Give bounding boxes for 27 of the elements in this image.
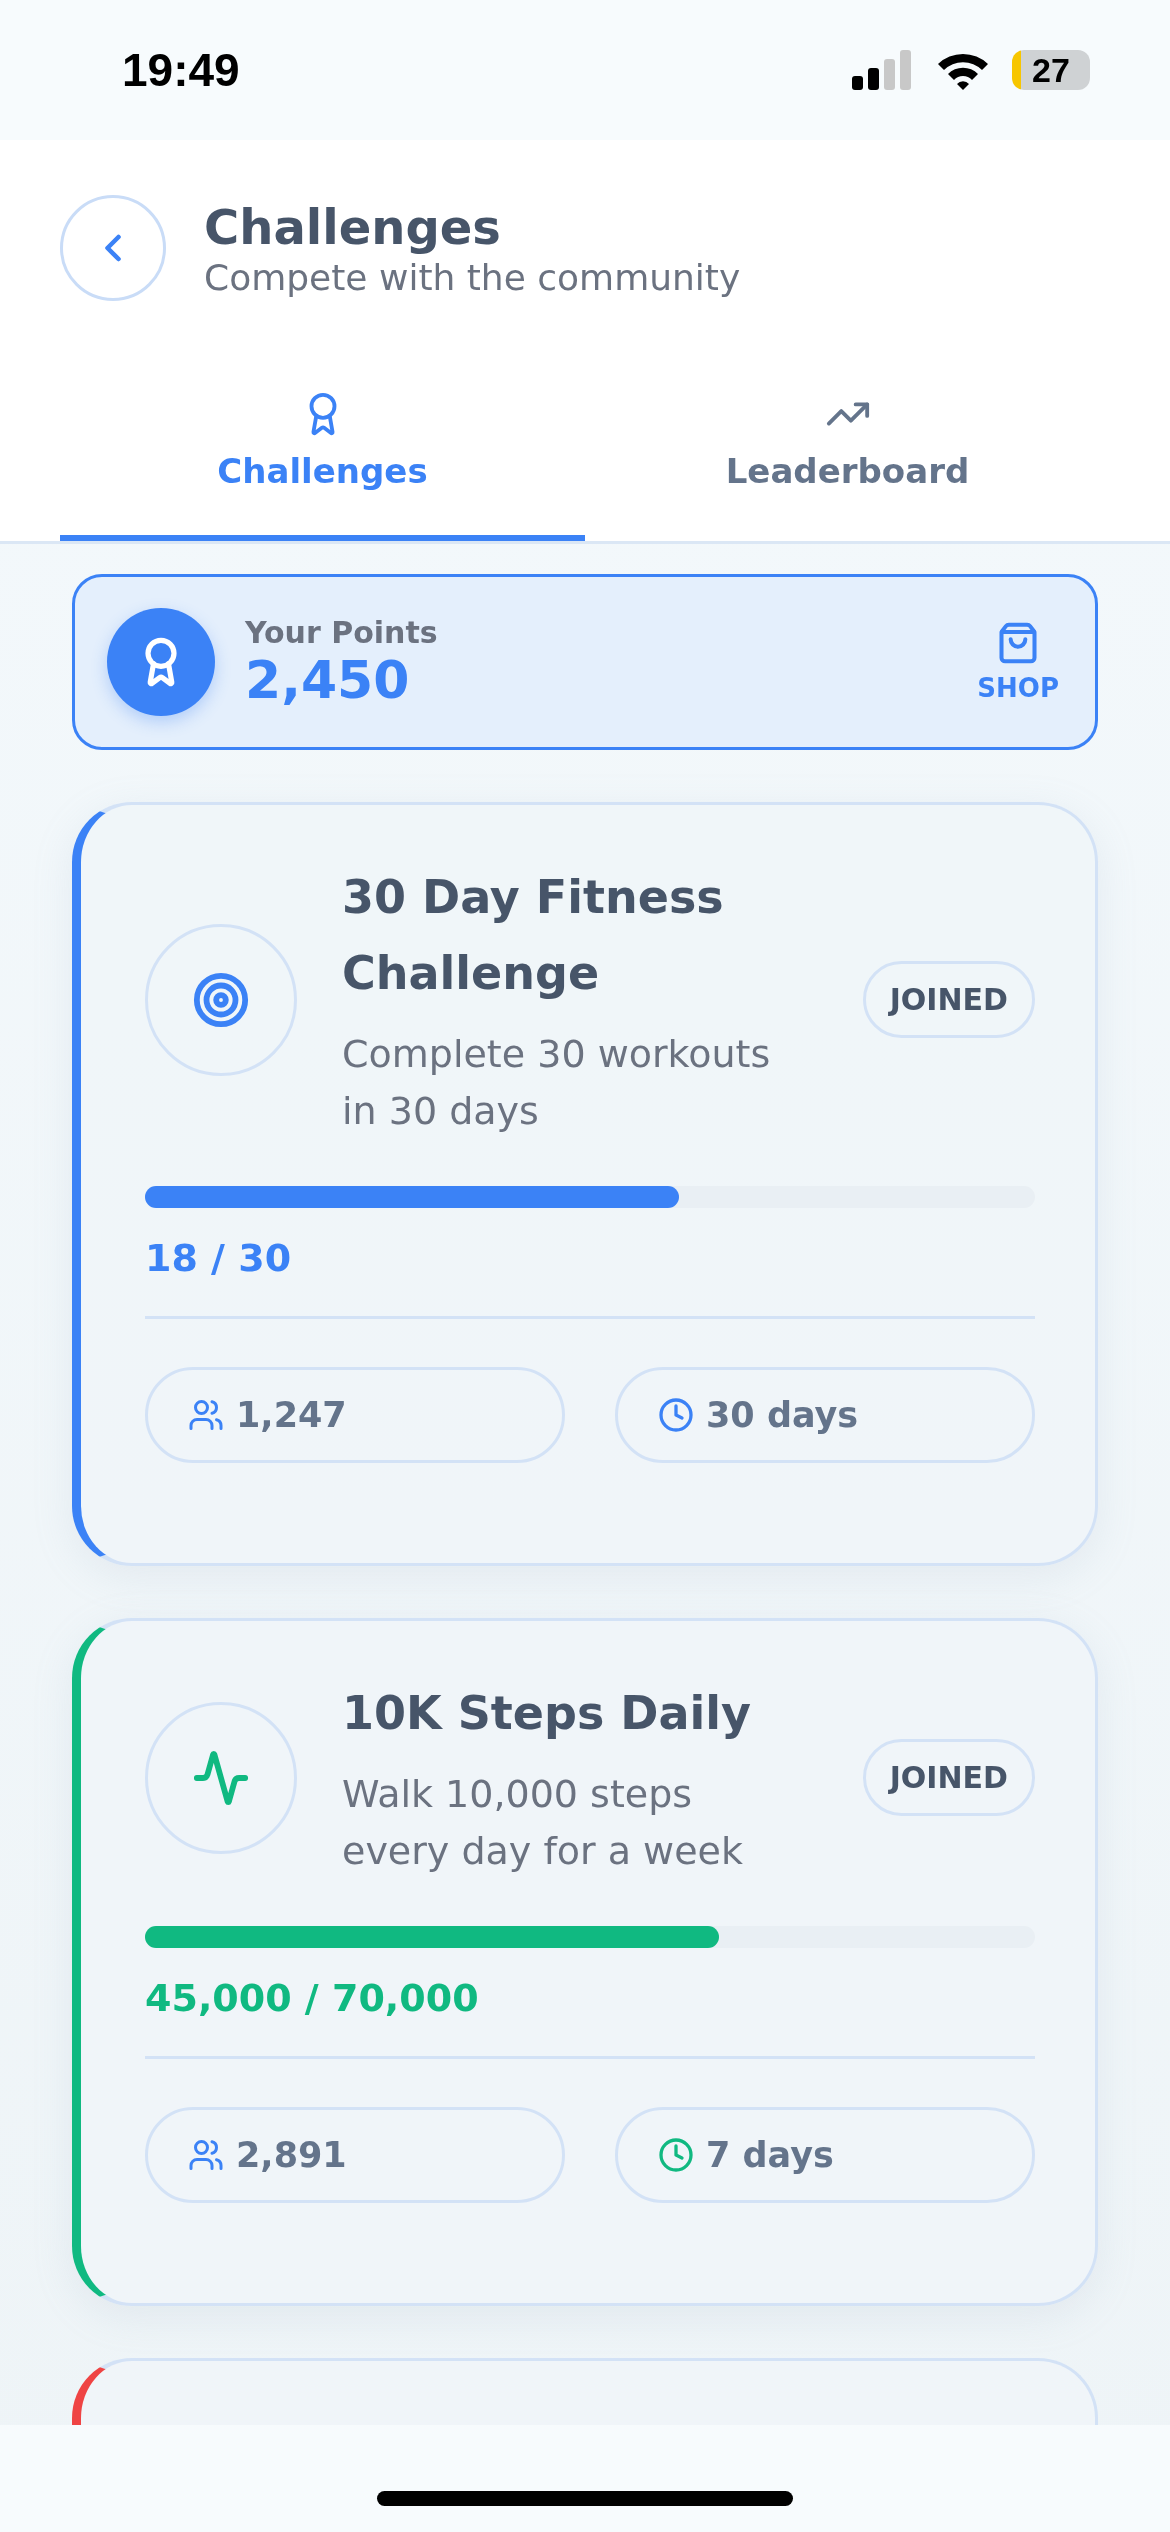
- challenge-card[interactable]: 30 Day Fitness Challenge Complete 30 workouts in 30 days JOINED 18 / 30 1,247 30 days: [72, 802, 1098, 1566]
- progress-text: 18 / 30: [145, 1235, 293, 1280]
- duration-text: 30 days: [706, 1394, 859, 1435]
- challenge-title: 30 Day Fitness Challenge: [342, 869, 725, 1002]
- clock-icon: [658, 2136, 694, 2173]
- challenge-description: Walk 10,000 steps every day for a week: [342, 1770, 744, 1875]
- target-icon: [192, 970, 250, 1029]
- tab[interactable]: Leaderboard: [585, 391, 1110, 541]
- challenge-description: Complete 30 workouts in 30 days: [342, 1030, 772, 1135]
- points-label: Your Points: [245, 614, 439, 650]
- signal-icon: [852, 50, 914, 90]
- duration-text: 7 days: [706, 2134, 834, 2175]
- challenge-card[interactable]: 10K Steps Daily Walk 10,000 steps every day for a week JOINED 45,000 / 70,000 2,891 7 days: [72, 1617, 1098, 2306]
- challenge-title: 10K Steps Daily: [342, 1684, 753, 1742]
- pulse-icon: [192, 1748, 250, 1807]
- joined-badge: JOINED: [862, 1739, 1035, 1817]
- battery-level: 27: [1012, 50, 1090, 90]
- joined-badge: JOINED: [862, 961, 1035, 1039]
- shop-button[interactable]: SHOP: [977, 621, 1059, 703]
- progress-text: 45,000 / 70,000: [145, 1975, 480, 2020]
- page-title: Challenges: [204, 198, 502, 255]
- page-subtitle: Compete with the community: [204, 256, 741, 298]
- status-time: 19:49: [122, 43, 240, 97]
- points-value: 2,450: [245, 649, 411, 710]
- participants-count: 1,247: [236, 1394, 347, 1435]
- clock-icon: [658, 1396, 694, 1433]
- participants-count: 2,891: [236, 2134, 347, 2175]
